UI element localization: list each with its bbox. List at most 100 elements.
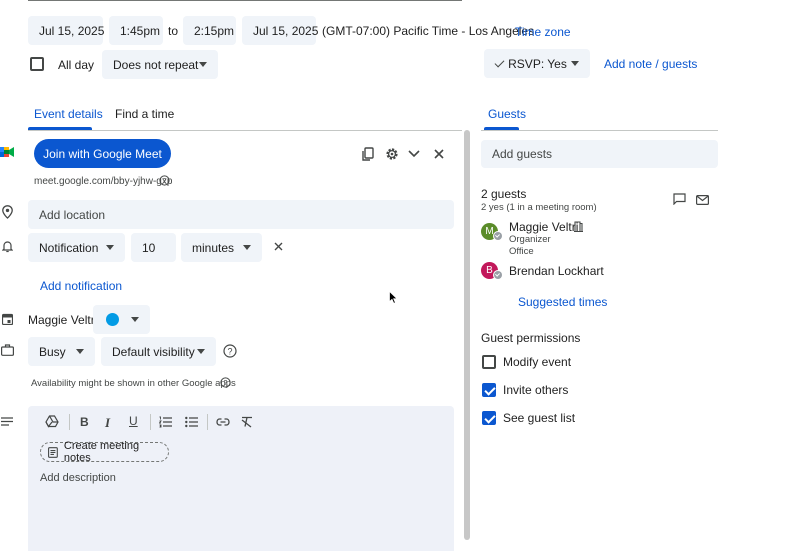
calendar-icon [2,313,13,325]
busy-dropdown[interactable]: Busy [28,337,95,366]
tabs-divider [28,130,462,131]
add-note-guests-link[interactable]: Add note / guests [604,57,697,71]
email-icon[interactable] [696,195,709,205]
calendar-color-dropdown[interactable] [93,305,150,334]
rsvp-label: RSVP: Yes [508,56,567,71]
all-day-checkbox[interactable] [30,57,44,71]
start-time-field[interactable]: 1:45pm [109,16,163,45]
bulleted-list-icon[interactable] [185,416,198,428]
calendar-color-swatch [106,313,119,326]
calendar-owner: Maggie Veltri [28,313,98,327]
tab-guests[interactable]: Guests [488,107,526,121]
timezone-text: (GMT-07:00) Pacific Time - Los Angeles [322,24,535,38]
chevron-down-icon [131,317,139,322]
end-time-text: 2:15pm [194,23,235,38]
guest-permissions-title: Guest permissions [481,331,581,345]
avatar-initial: B [486,265,493,276]
help-icon[interactable]: ? [159,175,170,186]
gear-icon[interactable] [385,147,399,161]
check-icon [494,57,505,67]
tab-event-details[interactable]: Event details [34,107,103,121]
accepted-badge-icon [493,270,503,280]
drive-icon[interactable] [45,415,59,428]
guest-name: Maggie Veltri [509,220,579,234]
chevron-down-icon [243,245,251,250]
chevron-down-icon [76,349,84,354]
end-date-text: Jul 15, 2025 [253,23,319,38]
underline-icon[interactable]: U [129,414,138,428]
help-icon[interactable]: ? [223,344,237,358]
location-placeholder: Add location [39,207,106,222]
visibility-value: Default visibility [112,344,195,359]
close-icon[interactable] [434,149,444,159]
bold-icon[interactable]: B [80,415,89,429]
description-lines-icon [1,417,13,426]
help-icon[interactable]: ? [220,377,231,388]
tab-find-a-time[interactable]: Find a time [115,107,174,121]
repeat-dropdown[interactable]: Does not repeat [102,50,218,79]
italic-icon[interactable]: I [105,415,110,431]
timezone-link[interactable]: Time zone [515,25,571,39]
create-meeting-notes-button[interactable]: Create meeting notes [40,440,169,464]
chevron-down-icon [571,61,579,66]
to-label: to [168,24,179,38]
see-guest-list-label: See guest list [503,411,576,425]
start-date-text: Jul 15, 2025 [39,23,105,38]
chevron-down-icon[interactable] [408,150,420,158]
add-notification-link[interactable]: Add notification [40,279,122,293]
link-icon[interactable] [216,418,230,426]
guest-name: Brendan Lockhart [509,264,604,278]
add-guests-input[interactable]: Add guests [481,140,718,168]
remove-notification-icon[interactable] [274,242,283,251]
add-guests-placeholder: Add guests [492,147,553,161]
notification-type-dropdown[interactable]: Notification [28,233,125,262]
chevron-down-icon [199,62,207,67]
notification-unit-dropdown[interactable]: minutes [181,233,262,262]
invite-others-label: Invite others [503,383,569,397]
google-meet-icon [0,146,14,158]
copy-icon[interactable] [361,147,375,161]
join-google-meet-button[interactable]: Join with Google Meet [34,139,171,168]
join-meet-label: Join with Google Meet [43,146,162,161]
numbered-list-icon[interactable] [159,416,172,428]
description-placeholder: Add description [40,472,116,484]
toolbar-separator [150,414,151,430]
guest-summary: 2 yes (1 in a meeting room) [481,202,597,213]
guest-role: Organizer [509,234,551,245]
repeat-value: Does not repeat [113,57,199,72]
modify-event-checkbox[interactable] [482,355,496,369]
notification-unit-value: minutes [192,240,235,255]
briefcase-icon [1,344,14,356]
location-pin-icon [2,205,13,219]
notes-icon [48,446,58,458]
toolbar-separator [207,414,208,430]
visibility-dropdown[interactable]: Default visibility [101,337,216,366]
end-date-field[interactable]: Jul 15, 2025 [242,16,319,45]
end-time-field[interactable]: 2:15pm [183,16,236,45]
suggested-times-link[interactable]: Suggested times [518,295,607,309]
invite-others-checkbox[interactable] [482,383,496,397]
rsvp-dropdown[interactable]: RSVP: Yes [484,49,590,78]
clear-formatting-icon[interactable] [241,416,254,428]
toolbar-separator [69,414,70,430]
see-guest-list-checkbox[interactable] [482,411,496,425]
meet-link[interactable]: meet.google.com/bby-yjhw-gxp [34,176,172,187]
busy-value: Busy [39,344,66,359]
top-divider [28,0,462,1]
svg-text:?: ? [227,347,232,357]
notification-amount-input[interactable]: 10 [131,233,176,262]
meeting-room-icon [574,221,583,232]
details-scrollbar[interactable] [464,130,470,540]
svg-text:?: ? [224,380,228,387]
guest-count: 2 guests [481,187,527,201]
meeting-notes-label: Create meeting notes [63,440,140,464]
bell-icon [2,240,13,253]
location-input[interactable]: Add location [28,200,454,229]
notification-amount-value: 10 [142,240,156,255]
chevron-down-icon [106,245,114,250]
guests-tab-divider [481,130,718,131]
start-time-text: 1:45pm [120,23,161,38]
start-date-field[interactable]: Jul 15, 2025 [28,16,105,45]
guest-location: Office [509,246,534,257]
chat-icon[interactable] [673,193,686,205]
